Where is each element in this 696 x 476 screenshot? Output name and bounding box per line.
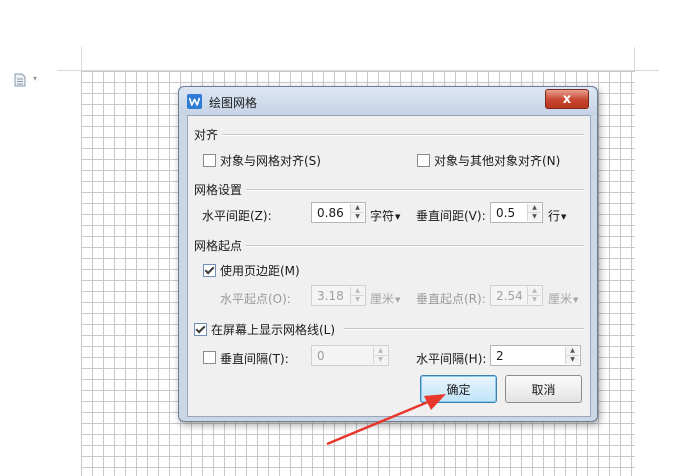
annotation-arrow bbox=[326, 394, 446, 446]
